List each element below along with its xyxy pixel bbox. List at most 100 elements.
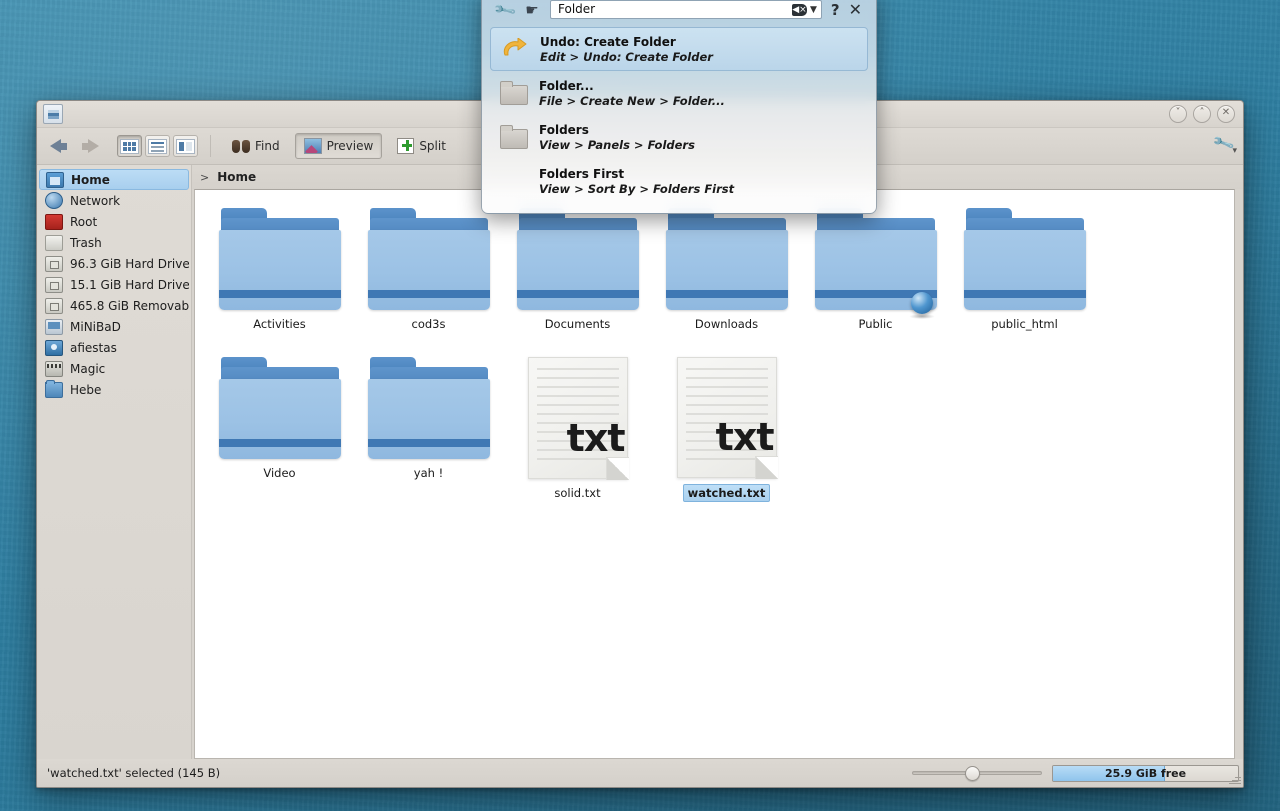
window-controls: ˅ ˄ ✕ [1169, 105, 1235, 123]
file-item[interactable]: Downloads [652, 204, 801, 353]
sidebar-item-home[interactable]: Home [39, 169, 189, 190]
file-name[interactable]: yah ! [410, 465, 447, 481]
file-icon-view[interactable]: Activities cod3s Documents Downloads Pub… [194, 189, 1235, 759]
file-item[interactable]: yah ! [354, 353, 503, 502]
sidebar-item-trash[interactable]: Trash [39, 232, 189, 253]
sidebar-item-label: 15.1 GiB Hard Drive [70, 277, 189, 292]
wrench-icon[interactable]: 🔧 [492, 0, 518, 22]
close-button[interactable]: ✕ [1217, 105, 1235, 123]
file-item[interactable]: public_html [950, 204, 1099, 353]
view-mode-icons-button[interactable] [117, 135, 142, 157]
maximize-button[interactable]: ˄ [1193, 105, 1211, 123]
shared-globe-emblem-icon [908, 292, 935, 319]
folder-icon [367, 208, 490, 310]
image-preview-icon [303, 138, 322, 154]
help-button[interactable]: ? [831, 1, 840, 19]
krunner-result-text: Undo: Create Folder Edit > Undo: Create … [540, 35, 713, 64]
zoom-slider[interactable] [912, 765, 1042, 781]
places-panel: Home Network Root Trash 96.3 GiB Hard Dr… [37, 165, 192, 759]
disk-space-label: 25.9 GiB free [1104, 766, 1187, 780]
file-item[interactable]: Documents [503, 204, 652, 353]
sidebar-item-minibad[interactable]: MiNiBaD [39, 316, 189, 337]
sidebar-item-network[interactable]: Network [39, 190, 189, 211]
folder-icon [218, 208, 341, 310]
krunner-result-text: Folders First View > Sort By > Folders F… [539, 167, 734, 196]
sidebar-item-hebe[interactable]: Hebe [39, 379, 189, 400]
folder-icon [367, 357, 490, 459]
film-icon [45, 360, 63, 377]
removable-drive-icon [45, 297, 63, 314]
krunner-result-subtitle: View > Panels > Folders [539, 137, 695, 152]
split-view-icon [397, 138, 415, 154]
krunner-result-row[interactable]: Undo: Create Folder Edit > Undo: Create … [490, 27, 868, 71]
sidebar-item-afiestas[interactable]: afiestas [39, 337, 189, 358]
cursor-hand-icon[interactable]: ☛ [523, 1, 541, 19]
krunner-search-value[interactable]: Folder [558, 1, 792, 18]
network-icon [45, 192, 63, 209]
krunner-result-row[interactable]: Folder... File > Create New > Folder... [490, 71, 868, 115]
file-item[interactable]: cod3s [354, 204, 503, 353]
krunner-result-row[interactable]: Folders First View > Sort By > Folders F… [490, 159, 868, 203]
view-mode-details-button[interactable] [173, 135, 198, 157]
resize-grip[interactable] [1227, 772, 1241, 786]
dolphin-icon [43, 104, 63, 124]
krunner-results-list: Undo: Create Folder Edit > Undo: Create … [482, 27, 876, 213]
sidebar-item-removable[interactable]: 465.8 GiB Removable... [39, 295, 189, 316]
file-name[interactable]: public_html [987, 316, 1062, 332]
krunner-result-subtitle: File > Create New > Folder... [539, 93, 725, 108]
krunner-result-title: Folders First [539, 166, 625, 181]
file-item[interactable]: Activities [205, 204, 354, 353]
status-bar: 'watched.txt' selected (145 B) 25.9 GiB … [37, 759, 1243, 787]
file-name[interactable]: Activities [249, 316, 309, 332]
folder-icon [45, 379, 63, 398]
find-button[interactable]: Find [223, 133, 289, 159]
minimize-button[interactable]: ˅ [1169, 105, 1187, 123]
preview-button[interactable]: Preview [294, 133, 383, 159]
forward-button[interactable] [77, 134, 103, 158]
txt-badge-label: txt [566, 416, 626, 460]
breadcrumb-path[interactable]: Home [217, 170, 256, 184]
sidebar-item-label: Network [70, 193, 121, 208]
close-icon[interactable]: ✕ [849, 1, 862, 18]
file-name[interactable]: watched.txt [682, 484, 771, 502]
folder-icon [498, 79, 528, 107]
file-item[interactable]: Public [801, 204, 950, 353]
clear-text-icon[interactable]: ◀× [791, 3, 807, 16]
sidebar-item-label: MiNiBaD [70, 319, 121, 334]
sidebar-item-hard-drive-96[interactable]: 96.3 GiB Hard Drive [39, 253, 189, 274]
folder-icon [963, 208, 1086, 310]
file-item-selected[interactable]: txt watched.txt [652, 353, 801, 502]
folder-icon [665, 208, 788, 310]
file-name[interactable]: solid.txt [550, 485, 604, 501]
chevron-down-icon[interactable]: ▼ [810, 5, 817, 15]
krunner-result-text: Folders View > Panels > Folders [539, 123, 695, 152]
file-name[interactable]: Video [259, 465, 299, 481]
sidebar-item-label: Trash [70, 235, 102, 250]
sidebar-item-magic[interactable]: Magic [39, 358, 189, 379]
split-button[interactable]: Split [388, 133, 455, 159]
file-item[interactable]: Video [205, 353, 354, 502]
folder-icon [218, 357, 341, 459]
sidebar-item-root[interactable]: Root [39, 211, 189, 232]
file-name[interactable]: cod3s [408, 316, 450, 332]
folder-icon [814, 208, 937, 319]
back-button[interactable] [45, 134, 71, 158]
file-name[interactable]: Public [854, 316, 896, 332]
red-folder-icon [45, 213, 63, 230]
file-item[interactable]: txt solid.txt [503, 353, 652, 502]
split-button-label: Split [419, 139, 446, 153]
hard-drive-icon [45, 276, 63, 293]
zoom-slider-handle[interactable] [964, 765, 980, 781]
krunner-result-row[interactable]: Folders View > Panels > Folders [490, 115, 868, 159]
view-mode-compact-button[interactable] [145, 135, 170, 157]
sidebar-item-label: Hebe [70, 382, 102, 397]
krunner-search-input[interactable]: Folder ◀× ▼ [550, 0, 822, 19]
krunner-header: 🔧 ☛ Folder ◀× ▼ ? ✕ [482, 0, 876, 27]
file-name[interactable]: Documents [541, 316, 615, 332]
file-name[interactable]: Downloads [691, 316, 762, 332]
window-body: Home Network Root Trash 96.3 GiB Hard Dr… [37, 165, 1243, 759]
chevron-down-icon[interactable]: ▾ [1232, 146, 1237, 156]
sidebar-item-hard-drive-15[interactable]: 15.1 GiB Hard Drive [39, 274, 189, 295]
krunner-result-title: Undo: Create Folder [540, 34, 676, 49]
krunner-result-title: Folder... [539, 78, 594, 93]
